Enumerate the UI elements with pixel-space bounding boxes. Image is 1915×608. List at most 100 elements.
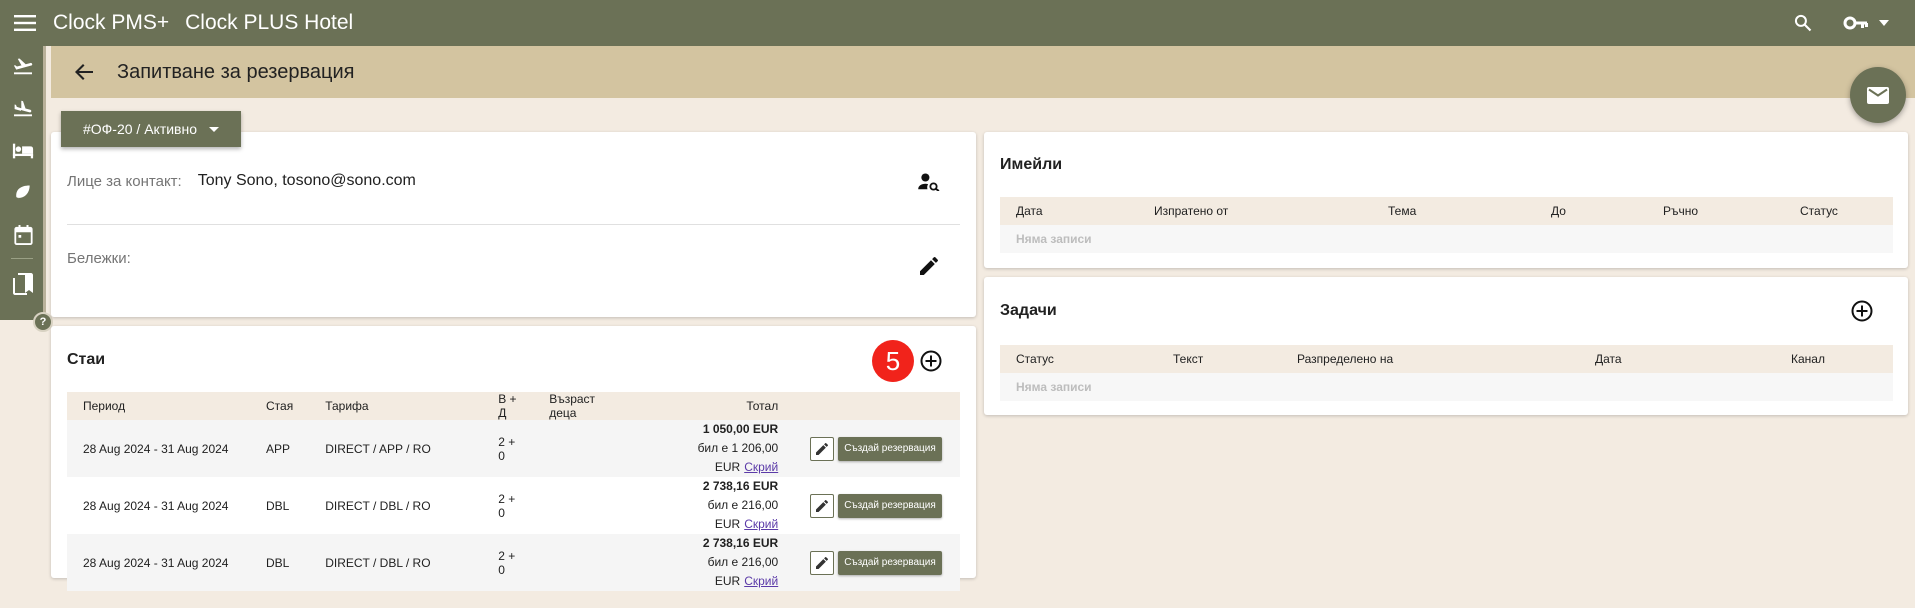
- hotel-name[interactable]: Clock PLUS Hotel: [185, 11, 353, 35]
- rooms-header-row: Период Стая Тарифа В + Д Възраст деца То…: [67, 392, 960, 420]
- col-assigned-to: Разпределено на: [1281, 345, 1579, 373]
- rooms-count-badge: 5: [872, 340, 914, 382]
- top-app-bar: Clock PMS+ Clock PLUS Hotel: [0, 0, 1915, 46]
- tasks-card: Задачи Статус Текст Разпределено на Дата…: [984, 277, 1908, 415]
- col-rate: Тарифа: [309, 392, 483, 420]
- col-to: До: [1535, 197, 1647, 225]
- previous-total: бил е 216,00 EUR Скрий: [644, 553, 779, 591]
- sidebar-divider: [10, 258, 33, 259]
- flight-land-icon: [12, 100, 34, 118]
- row-total: 2 738,16 EUR бил е 216,00 EUR Скрий: [628, 477, 794, 534]
- mail-icon: [1867, 86, 1889, 104]
- contact-divider: [67, 224, 960, 225]
- status-label: #ОФ-20 / Активно: [82, 121, 198, 137]
- row-guests: 2 + 0: [498, 434, 516, 463]
- col-subject: Тема: [1372, 197, 1535, 225]
- row-period: 28 Aug 2024 - 31 Aug 2024: [83, 555, 229, 570]
- page-header: Запитване за резервация: [51, 46, 1915, 98]
- table-row: 28 Aug 2024 - 31 Aug 2024 APP DIRECT / A…: [67, 420, 960, 477]
- find-contact-button[interactable]: [913, 166, 945, 198]
- hide-link[interactable]: Скрий: [744, 460, 778, 474]
- col-total: Тотал: [628, 392, 795, 420]
- tasks-title: Задачи: [1000, 302, 1057, 319]
- send-email-button[interactable]: [1850, 67, 1906, 123]
- col-date: Дата: [1000, 197, 1138, 225]
- table-row: 28 Aug 2024 - 31 Aug 2024 DBL DIRECT / D…: [67, 534, 960, 591]
- pencil-icon: [816, 556, 829, 569]
- previous-total: бил е 216,00 EUR Скрий: [644, 496, 779, 534]
- pencil-icon: [816, 442, 829, 455]
- page-title: Запитване за резервация: [117, 60, 355, 83]
- chevron-down-icon: [1879, 20, 1889, 26]
- row-actions: Създай резервация: [794, 534, 960, 591]
- col-status: Статус: [1000, 345, 1157, 373]
- sidebar-item-bookmarks[interactable]: [0, 263, 46, 305]
- status-dropdown-button[interactable]: #ОФ-20 / Активно: [61, 111, 241, 147]
- row-guests: 2 + 0: [498, 548, 516, 577]
- row-period: 28 Aug 2024 - 31 Aug 2024: [83, 441, 229, 456]
- search-icon[interactable]: [1783, 0, 1823, 46]
- row-child-ages: [533, 420, 628, 477]
- sidebar-item-calendar[interactable]: [0, 214, 46, 256]
- edit-room-button[interactable]: [810, 493, 835, 518]
- row-actions: Създай резервация: [794, 477, 960, 534]
- sidebar-item-rooms[interactable]: [0, 130, 46, 172]
- sidebar-item-arrivals[interactable]: [0, 46, 46, 88]
- create-reservation-button[interactable]: Създай резервация: [838, 550, 942, 575]
- contact-card: Лице за контакт: Tony Sono, tosono@sono.…: [51, 132, 976, 317]
- sidebar-item-eco[interactable]: [0, 172, 46, 214]
- menu-icon[interactable]: [0, 0, 50, 46]
- add-circle-icon: [920, 350, 942, 372]
- edit-notes-button[interactable]: [913, 250, 945, 282]
- leaf-icon: [13, 183, 33, 203]
- app-name: Clock PMS+: [53, 11, 170, 34]
- notes-row: Бележки:: [67, 250, 131, 267]
- row-room: DBL: [266, 498, 290, 513]
- empty-row: Няма записи: [1000, 225, 1893, 253]
- row-period: 28 Aug 2024 - 31 Aug 2024: [83, 498, 229, 513]
- add-circle-icon: [1851, 300, 1873, 322]
- pencil-icon: [920, 257, 938, 275]
- rooms-table: Период Стая Тарифа В + Д Възраст деца То…: [67, 392, 960, 591]
- create-reservation-button[interactable]: Създай резервация: [838, 493, 942, 518]
- caret-down-icon: [209, 126, 220, 132]
- row-guests: 2 + 0: [498, 491, 516, 520]
- tasks-table: Статус Текст Разпределено на Дата Канал …: [1000, 345, 1893, 401]
- contact-value: Tony Sono, tosono@sono.com: [197, 172, 416, 189]
- help-icon[interactable]: ?: [33, 312, 53, 332]
- row-child-ages: [533, 534, 628, 591]
- total-amount: 2 738,16 EUR: [702, 536, 779, 550]
- emails-header-row: Дата Изпратено от Тема До Ръчно Статус: [1000, 197, 1893, 225]
- top-bar-actions: [1783, 0, 1915, 46]
- sidebar-item-departures[interactable]: [0, 88, 46, 130]
- col-status: Статус: [1784, 197, 1893, 225]
- previous-total: бил е 1 206,00 EUR Скрий: [644, 439, 779, 477]
- edit-room-button[interactable]: [810, 436, 835, 461]
- emails-title: Имейли: [1000, 156, 1063, 173]
- back-button[interactable]: [51, 46, 117, 98]
- contact-row: Лице за контакт: Tony Sono, tosono@sono.…: [67, 172, 416, 190]
- total-amount: 1 050,00 EUR: [702, 422, 779, 436]
- total-amount: 2 738,16 EUR: [702, 479, 779, 493]
- key-icon: [1843, 16, 1869, 30]
- rooms-title: Стаи: [67, 351, 106, 368]
- arrow-back-icon: [75, 64, 93, 80]
- pencil-icon: [816, 499, 829, 512]
- empty-message: Няма записи: [1000, 373, 1893, 401]
- add-room-button[interactable]: [915, 345, 947, 377]
- contact-label: Лице за контакт:: [67, 172, 182, 190]
- emails-card: Имейли Дата Изпратено от Тема До Ръчно С…: [984, 132, 1908, 268]
- create-reservation-button[interactable]: Създай резервация: [838, 436, 942, 461]
- edit-room-button[interactable]: [810, 550, 835, 575]
- col-text: Текст: [1157, 345, 1281, 373]
- add-task-button[interactable]: [1846, 295, 1878, 327]
- row-rate: DIRECT / DBL / RO: [325, 498, 431, 513]
- flight-takeoff-icon: [12, 58, 34, 76]
- tasks-header-row: Статус Текст Разпределено на Дата Канал: [1000, 345, 1893, 373]
- row-total: 1 050,00 EUR бил е 1 206,00 EUR Скрий: [628, 420, 794, 477]
- col-room: Стая: [250, 392, 310, 420]
- hide-link[interactable]: Скрий: [744, 574, 778, 588]
- hide-link[interactable]: Скрий: [744, 517, 778, 531]
- col-period: Период: [67, 392, 250, 420]
- account-menu[interactable]: [1843, 0, 1889, 46]
